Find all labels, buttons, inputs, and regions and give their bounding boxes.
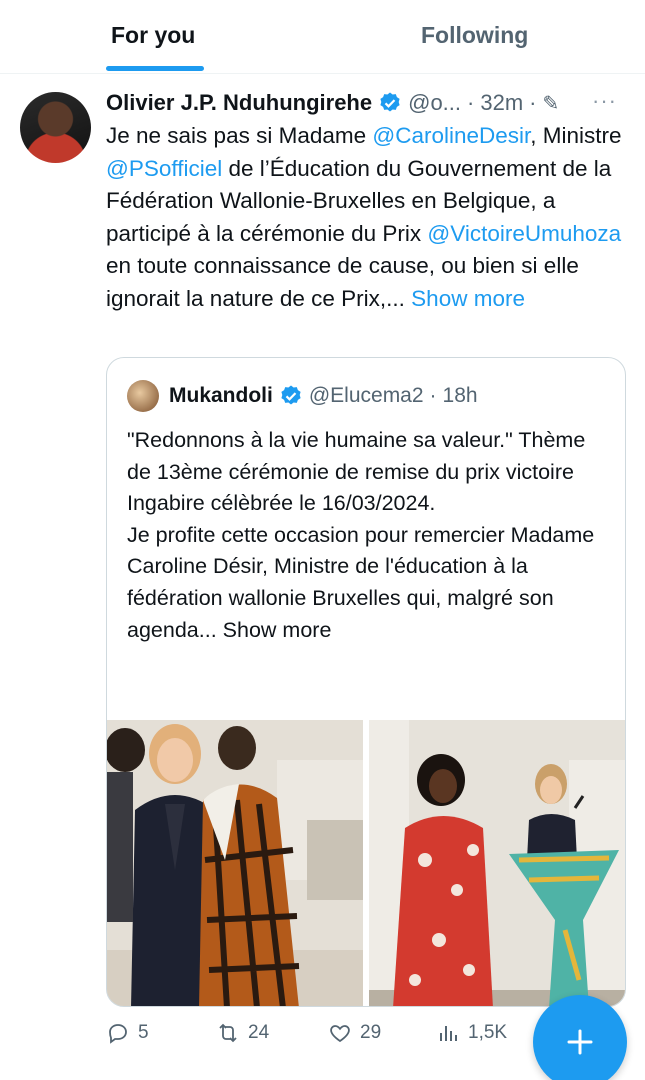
pen-icon: ✎ xyxy=(542,92,560,115)
mention-link[interactable]: @CarolineDesir xyxy=(372,123,530,148)
like-icon xyxy=(330,1025,350,1043)
author-handle[interactable]: @o... xyxy=(408,90,461,116)
tweet-text: Je ne sais pas si Madame @CarolineDesir,… xyxy=(106,120,626,316)
separator-dot: · xyxy=(467,90,475,115)
show-more-link[interactable]: Show more xyxy=(411,286,525,311)
quote-show-more[interactable]: Show more xyxy=(223,618,332,642)
views-icon xyxy=(440,1026,457,1041)
quote-time: 18h xyxy=(442,384,478,407)
repost-button[interactable]: 24 xyxy=(216,1015,269,1051)
author-name[interactable]: Olivier J.P. Nduhungirehe xyxy=(106,90,372,116)
text-part: , Ministre xyxy=(530,123,622,148)
compose-button[interactable] xyxy=(533,995,627,1080)
reply-button[interactable]: 5 xyxy=(106,1015,149,1051)
tab-following[interactable]: Following xyxy=(421,22,528,49)
separator-dot: · xyxy=(429,384,437,407)
photo-2-illustration xyxy=(369,720,625,1006)
tweet-actions: 5 24 29 1,5K xyxy=(106,1015,526,1051)
repost-count: 24 xyxy=(248,1022,270,1043)
quote-author-name: Mukandoli xyxy=(169,384,273,407)
views-button[interactable]: 1,5K xyxy=(436,1015,507,1051)
active-tab-indicator xyxy=(106,66,204,71)
quote-photo-2[interactable] xyxy=(369,720,625,1006)
photo-1-illustration xyxy=(107,720,363,1006)
repost-icon xyxy=(219,1023,237,1043)
views-count: 1,5K xyxy=(468,1022,508,1043)
verified-badge-icon xyxy=(281,385,301,405)
quoted-tweet[interactable]: Mukandoli @Elucema2 · 18h "Redonnons à l… xyxy=(106,357,626,1007)
quote-header: Mukandoli @Elucema2 · 18h xyxy=(169,380,478,412)
plus-icon xyxy=(567,1029,593,1055)
tweet-time[interactable]: 32m xyxy=(480,90,523,116)
quote-body: "Redonnons à la vie humaine sa valeur." … xyxy=(127,428,595,642)
like-button[interactable]: 29 xyxy=(328,1015,381,1051)
author-avatar[interactable] xyxy=(20,92,91,163)
quote-photo-1[interactable] xyxy=(107,720,363,1006)
verified-badge-icon xyxy=(380,92,400,112)
timeline-tabs: For you Following xyxy=(0,0,645,74)
like-count: 29 xyxy=(360,1022,382,1043)
more-icon[interactable]: ··· xyxy=(592,88,617,114)
tab-for-you[interactable]: For you xyxy=(111,22,195,49)
reply-count: 5 xyxy=(138,1022,149,1043)
tweet-header: Olivier J.P. Nduhungirehe @o... · 32m · … xyxy=(106,88,559,118)
mention-link[interactable]: @PSofficiel xyxy=(106,156,222,181)
reply-icon xyxy=(109,1024,127,1044)
quote-text: "Redonnons à la vie humaine sa valeur." … xyxy=(127,425,607,646)
text-part: Je ne sais pas si Madame xyxy=(106,123,373,148)
quote-author-handle: @Elucema2 xyxy=(308,384,424,407)
quote-author-avatar xyxy=(127,380,159,412)
mention-link[interactable]: @VictoireUmuhoza xyxy=(427,221,621,246)
separator-dot: · xyxy=(529,90,537,115)
